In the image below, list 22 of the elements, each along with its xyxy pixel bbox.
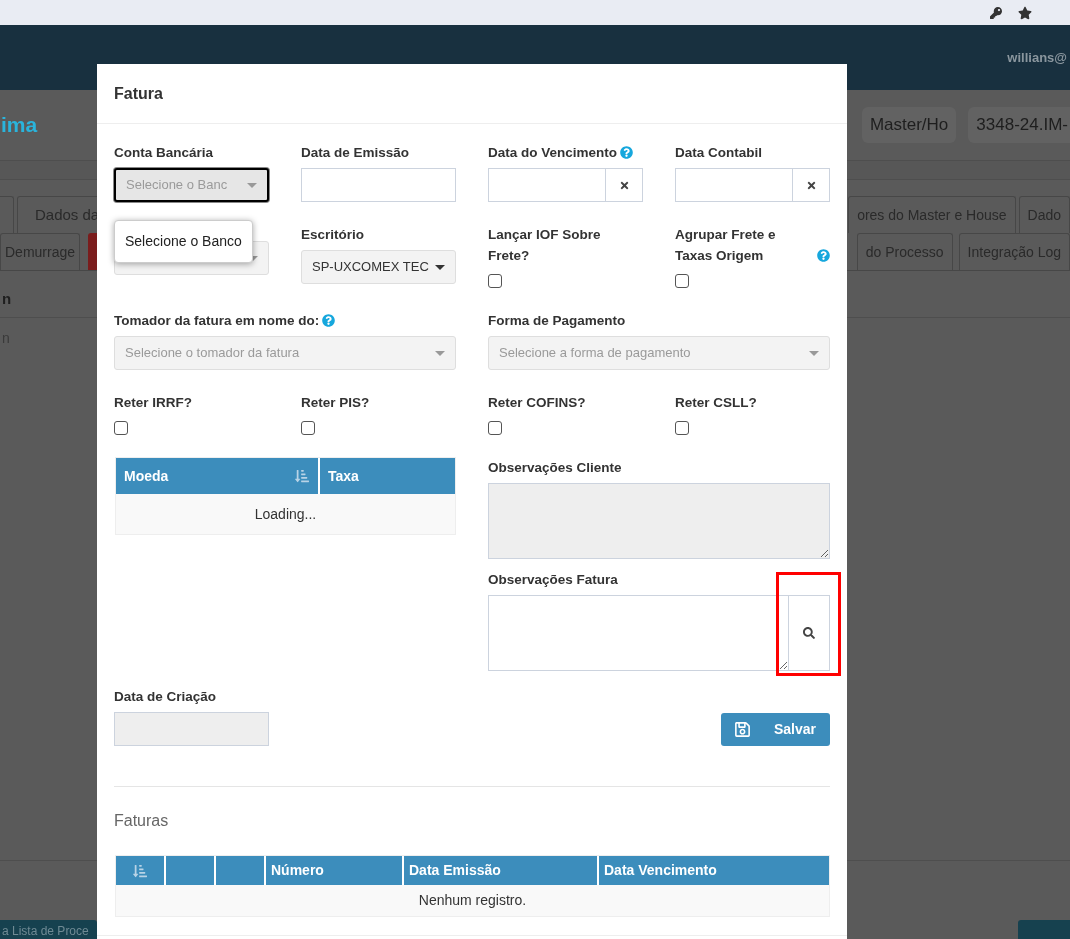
- field-label: Data de Emissão: [301, 144, 410, 162]
- page-title: ima: [1, 112, 38, 139]
- field-label: Reter CSLL?: [675, 394, 757, 412]
- field-label: Observações Cliente: [488, 459, 622, 477]
- field-label: Data do Vencimento: [488, 144, 618, 162]
- field-label: Data Contabil: [675, 144, 762, 162]
- table-message: Loading...: [116, 494, 455, 534]
- section-title: Faturas: [114, 811, 169, 831]
- section-heading: n: [2, 290, 12, 307]
- field-label: Reter IRRF?: [114, 394, 192, 412]
- field-label: Forma de Pagamento: [488, 312, 626, 330]
- field-label: Agrupar Frete e Taxas Origem: [675, 226, 777, 265]
- field-label: Conta Bancária: [114, 144, 214, 162]
- field-label: Escritório: [301, 226, 365, 244]
- modal-title: Fatura: [114, 83, 163, 104]
- table-message: Nenhum registro.: [116, 885, 829, 916]
- field-label: Observações Fatura: [488, 571, 618, 589]
- field-label: Reter COFINS?: [488, 394, 586, 412]
- field-label: Tomador da fatura em nome do:: [114, 312, 320, 330]
- field-label: Lançar IOF Sobre Frete?: [488, 226, 602, 265]
- field-label: Reter PIS?: [301, 394, 370, 412]
- field-label: Data de Criação: [114, 688, 217, 706]
